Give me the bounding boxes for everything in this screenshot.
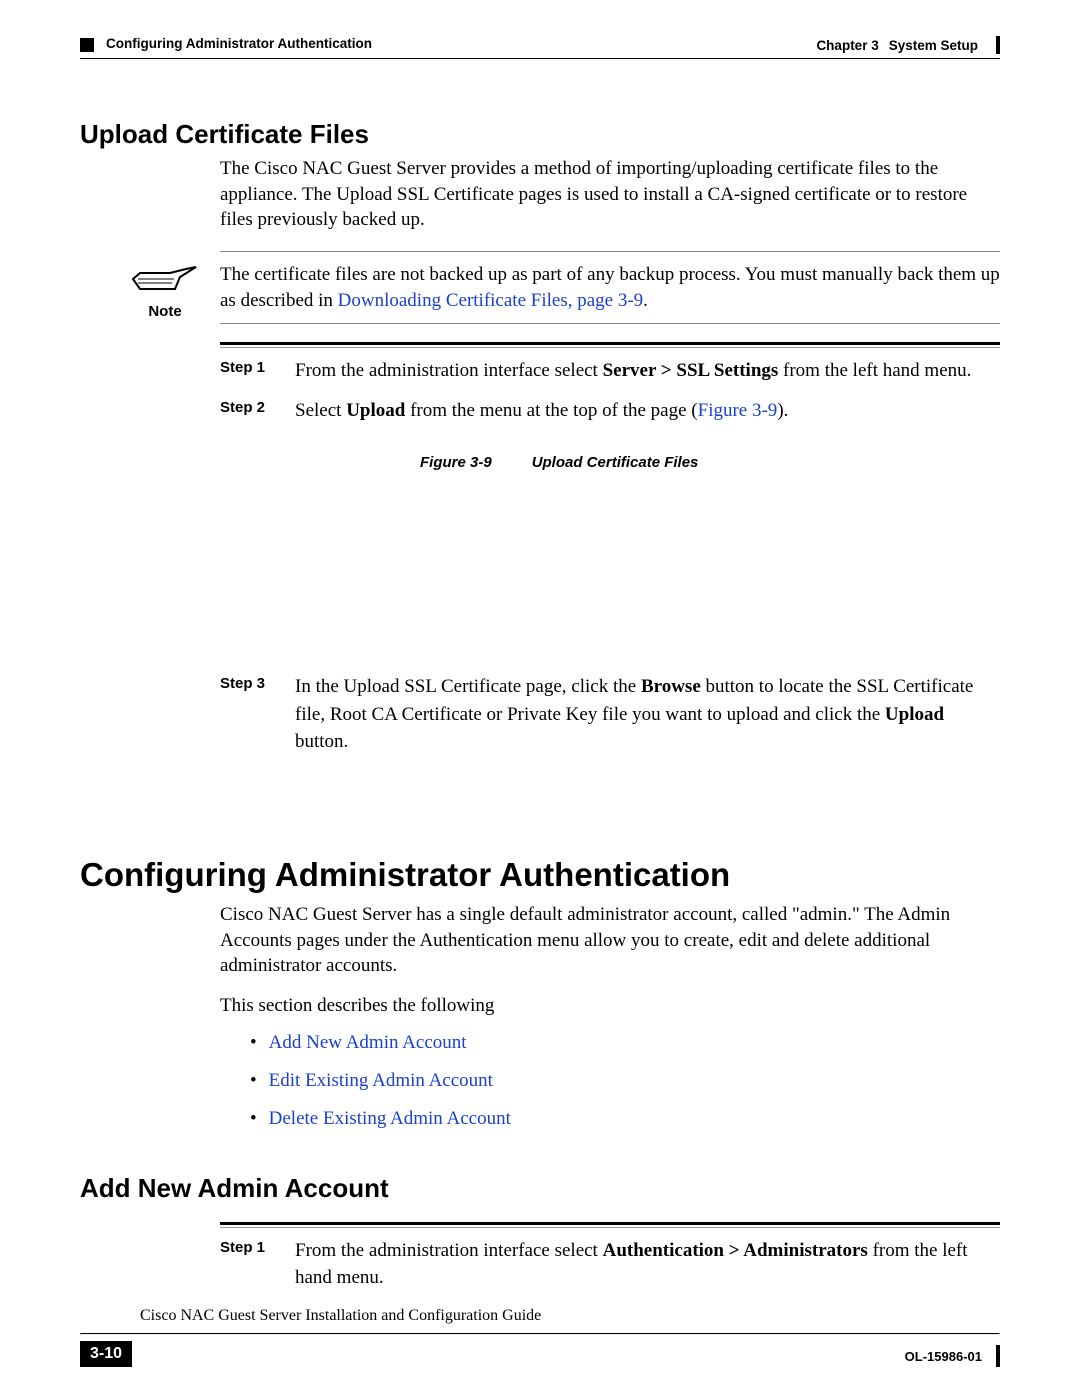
figure-caption: Figure 3-9 Upload Certificate Files (420, 454, 1000, 471)
step-1-bold: Server > SSL Settings (603, 360, 779, 381)
step-1-body: From the administration interface select… (295, 357, 971, 385)
step-2-figure-link[interactable]: Figure 3-9 (698, 400, 778, 421)
note-icon: Note (130, 261, 200, 320)
chapter-label: Chapter 3 (816, 38, 878, 53)
steps-rule-icon-2 (220, 1222, 1000, 1225)
note-text: The certificate files are not backed up … (220, 252, 1000, 323)
step-3-bold-2: Upload (885, 704, 944, 725)
heading-add-new-admin: Add New Admin Account (80, 1173, 1000, 1204)
step-1-text-a: From the administration interface select (295, 360, 603, 381)
step-2-bold: Upload (346, 400, 405, 421)
step-2-label: Step 2 (220, 397, 275, 425)
add-admin-text-a: From the administration interface select (295, 1240, 603, 1261)
admin-auth-para2: This section describes the following (220, 993, 1000, 1019)
step-2-body: Select Upload from the menu at the top o… (295, 397, 788, 425)
header-bar-icon (996, 36, 1000, 54)
link-add-admin[interactable]: Add New Admin Account (269, 1032, 467, 1053)
link-edit-admin[interactable]: Edit Existing Admin Account (269, 1070, 493, 1091)
step-3: Step 3 In the Upload SSL Certificate pag… (220, 673, 1000, 756)
step-1-text-b: from the left hand menu. (778, 360, 971, 381)
bullet-3: Delete Existing Admin Account (250, 1101, 1000, 1137)
upload-intro-paragraph: The Cisco NAC Guest Server provides a me… (220, 156, 1000, 233)
bullet-1: Add New Admin Account (250, 1025, 1000, 1061)
page-footer: Cisco NAC Guest Server Installation and … (80, 1303, 1000, 1367)
step-1-add-admin-label: Step 1 (220, 1237, 275, 1292)
step-2-text-b: from the menu at the top of the page ( (405, 400, 697, 421)
step-3-text-c: button. (295, 731, 348, 752)
note-block: Note The certificate files are not backe… (220, 251, 1000, 324)
figure-number: Figure 3-9 (420, 454, 492, 471)
admin-auth-para1: Cisco NAC Guest Server has a single defa… (220, 902, 1000, 979)
footer-guide-title: Cisco NAC Guest Server Installation and … (140, 1303, 541, 1325)
step-2-text-a: Select (295, 400, 346, 421)
note-text-b: . (643, 290, 648, 311)
chapter-title: System Setup (889, 38, 978, 53)
step-1: Step 1 From the administration interface… (220, 357, 1000, 385)
step-1-add-admin-body: From the administration interface select… (295, 1237, 1000, 1292)
figure-title: Upload Certificate Files (532, 454, 699, 471)
step-1-label: Step 1 (220, 357, 275, 385)
step-3-body: In the Upload SSL Certificate page, clic… (295, 673, 1000, 756)
header-marker-icon (80, 38, 94, 52)
header-section-title: Configuring Administrator Authentication (106, 36, 372, 51)
step-3-text-a: In the Upload SSL Certificate page, clic… (295, 676, 641, 697)
doc-id: OL-15986-01 (905, 1349, 982, 1364)
step-2: Step 2 Select Upload from the menu at th… (220, 397, 1000, 425)
steps-block-1: Step 1 From the administration interface… (220, 342, 1000, 756)
figure-placeholder (220, 471, 1000, 661)
note-link[interactable]: Downloading Certificate Files, page 3-9 (338, 290, 644, 311)
note-label: Note (130, 303, 200, 320)
link-delete-admin[interactable]: Delete Existing Admin Account (269, 1108, 511, 1129)
footer-bar-icon (996, 1345, 1000, 1367)
page-number-badge: 3-10 (80, 1341, 132, 1367)
page-header: Configuring Administrator Authentication… (80, 36, 1000, 54)
heading-upload-certificate-files: Upload Certificate Files (80, 119, 1000, 150)
heading-configure-admin-auth: Configuring Administrator Authentication (80, 856, 1000, 894)
step-3-label: Step 3 (220, 673, 275, 756)
step-2-text-c: ). (777, 400, 788, 421)
add-admin-bold: Authentication > Administrators (603, 1240, 868, 1261)
steps-rule-icon (220, 342, 1000, 345)
steps-block-2: Step 1 From the administration interface… (220, 1222, 1000, 1292)
step-3-bold-1: Browse (641, 676, 701, 697)
bullet-2: Edit Existing Admin Account (250, 1063, 1000, 1099)
step-1-add-admin: Step 1 From the administration interface… (220, 1237, 1000, 1292)
header-rule (80, 58, 1000, 59)
